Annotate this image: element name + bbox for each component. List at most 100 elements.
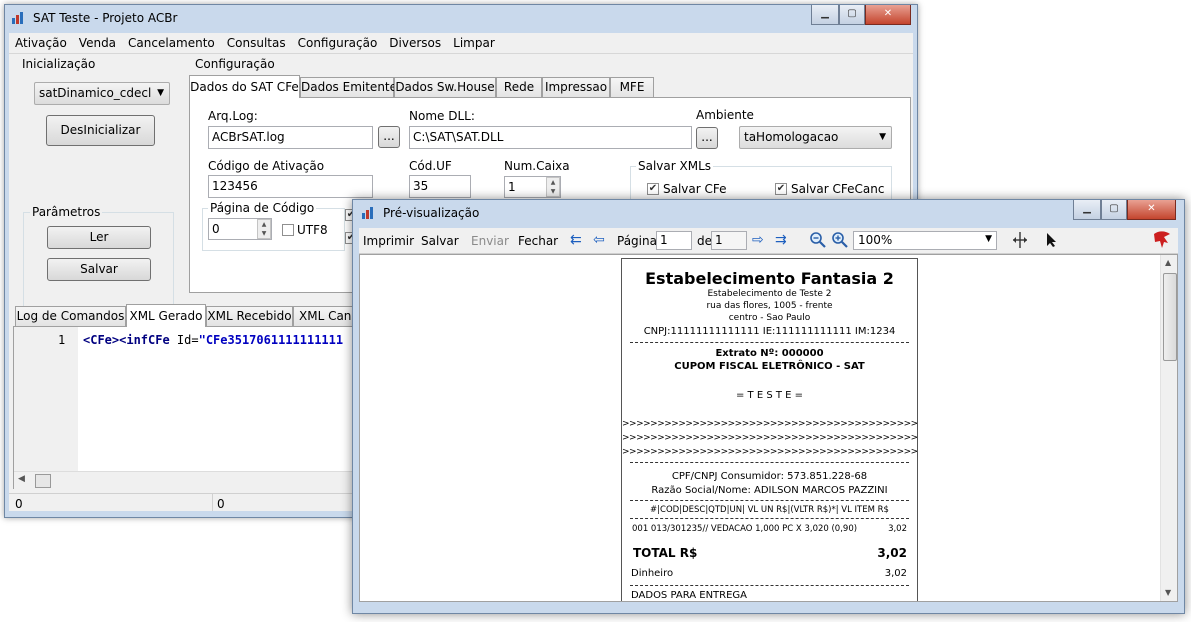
tab-rede[interactable]: Rede	[496, 77, 542, 98]
tab-impressao[interactable]: Impressao	[542, 77, 610, 98]
read-button[interactable]: Ler	[47, 226, 151, 249]
status-divider	[212, 494, 213, 511]
activation-label: Código de Ativação	[208, 159, 325, 173]
log-file-input[interactable]: ACBrSAT.log	[208, 126, 373, 149]
preview-canvas[interactable]: Estabelecimento Fantasia 2 Estabelecimen…	[359, 254, 1178, 602]
tab-xml-gerado[interactable]: XML Gerado	[126, 304, 206, 327]
maximize-button[interactable]: ▢	[839, 5, 865, 25]
close-preview-button[interactable]: Fechar	[518, 233, 558, 249]
status-right: 0	[217, 497, 225, 511]
scroll-thumb[interactable]	[35, 474, 51, 488]
receipt-divider	[630, 342, 909, 343]
tab-mfe[interactable]: MFE	[610, 77, 654, 98]
receipt-item-value: 3,02	[888, 524, 907, 534]
line-gutter	[14, 327, 78, 471]
preview-title-bar[interactable]: Pré-visualização ▁ ▢ ✕	[353, 200, 1184, 226]
env-select-value: taHomologacao	[744, 130, 839, 144]
minimize-button[interactable]: ▁	[811, 5, 839, 25]
receipt-consumer-name: Razão Social/Nome: ADILSON MARCOS PAZZIN…	[651, 485, 888, 496]
close-button[interactable]: ✕	[1127, 200, 1176, 220]
receipt-total-label: TOTAL R$	[633, 546, 698, 560]
code-value: "CFe3517061111111111	[198, 333, 344, 347]
box-label: Num.Caixa	[504, 159, 570, 173]
save-cfe-label: Salvar CFe	[663, 182, 727, 196]
menu-configuracao[interactable]: Configuração	[292, 33, 384, 53]
receipt-address-1: rua das flores, 1005 - frente	[706, 301, 833, 311]
tab-dados-sat-cfe[interactable]: Dados do SAT CFe	[189, 75, 300, 98]
maximize-button[interactable]: ▢	[1101, 200, 1127, 220]
cursor-icon[interactable]	[1045, 232, 1059, 248]
last-page-icon[interactable]: ⇉	[775, 232, 787, 248]
model-select[interactable]: satDinamico_cdecl ▼	[34, 82, 170, 105]
menu-diversos[interactable]: Diversos	[383, 33, 447, 53]
menu-ativacao[interactable]: Ativação	[9, 33, 73, 53]
line-number: 1	[58, 333, 66, 347]
menu-consultas[interactable]: Consultas	[221, 33, 292, 53]
receipt-arrows-row: >>>>>>>>>>>>>>>>>>>>>>>>>>>>>>>>>>>>>>>>…	[622, 447, 918, 457]
menu-bar: Ativação Venda Cancelamento Consultas Config…	[9, 33, 913, 54]
page-number-input[interactable]: 1	[656, 231, 692, 250]
codepage-spinner[interactable]: ▲ ▼	[257, 219, 271, 239]
receipt-ids: CNPJ:11111111111111 IE:111111111111 IM:1…	[643, 326, 896, 337]
receipt-divider	[630, 500, 909, 501]
scroll-down-icon[interactable]: ▼	[1165, 588, 1171, 597]
xml-editor[interactable]: 1 <CFe><infCFe Id="CFe3517061111111111 ◀	[13, 326, 363, 489]
save-cfe-canc-checkbox[interactable]: ✔	[775, 183, 787, 195]
box-number-spinner[interactable]: ▲ ▼	[546, 177, 560, 197]
env-label: Ambiente	[696, 108, 754, 122]
log-browse-button[interactable]: ...	[378, 126, 400, 148]
first-page-icon[interactable]: ⇇	[570, 232, 582, 248]
app-icon	[361, 206, 375, 220]
dll-browse-button[interactable]: ...	[696, 127, 718, 149]
receipt-arrows-row: >>>>>>>>>>>>>>>>>>>>>>>>>>>>>>>>>>>>>>>>…	[622, 433, 918, 443]
dll-input[interactable]: C:\SAT\SAT.DLL	[409, 126, 692, 149]
horizontal-scrollbar[interactable]: ◀	[14, 471, 362, 489]
menu-cancelamento[interactable]: Cancelamento	[122, 33, 221, 53]
env-select[interactable]: taHomologacao ▼	[739, 126, 892, 149]
save-cfe-checkbox[interactable]: ✔	[647, 183, 659, 195]
scroll-up-icon[interactable]: ▲	[1165, 258, 1171, 267]
code-line: <CFe><infCFe Id="CFe3517061111111111	[83, 333, 343, 347]
previous-page-icon[interactable]: ⇦	[593, 232, 605, 248]
scroll-thumb[interactable]	[1163, 273, 1177, 361]
minimize-button[interactable]: ▁	[1073, 200, 1101, 220]
save-params-button[interactable]: Salvar	[47, 258, 151, 281]
dll-label: Nome DLL:	[409, 109, 475, 123]
zoom-in-icon[interactable]	[831, 231, 849, 249]
utf8-label: UTF8	[297, 223, 328, 237]
activation-input[interactable]: 123456	[208, 175, 373, 198]
page-width-icon[interactable]	[1011, 231, 1029, 249]
zoom-value: 100%	[858, 233, 893, 247]
print-button[interactable]: Imprimir	[363, 233, 414, 249]
tab-dados-emitente[interactable]: Dados Emitente	[300, 77, 397, 98]
app-icon	[11, 11, 25, 25]
xml-save-group-label: Salvar XMLs	[636, 159, 714, 173]
model-select-value: satDinamico_cdecl	[39, 86, 152, 100]
total-pages-field: 1	[711, 231, 747, 250]
tab-dados-sw-house[interactable]: Dados Sw.House	[394, 77, 496, 98]
menu-venda[interactable]: Venda	[73, 33, 122, 53]
status-left: 0	[15, 497, 23, 511]
close-button[interactable]: ✕	[865, 5, 911, 25]
receipt-item-line: 001 013/301235// VEDACAO 1,000 PC X 3,02…	[632, 524, 858, 534]
receipt-divider	[630, 518, 909, 519]
scroll-left-icon[interactable]: ◀	[18, 474, 25, 484]
receipt-total-value: 3,02	[877, 546, 907, 560]
zoom-select[interactable]: 100% ▼	[853, 231, 997, 250]
preview-window: Pré-visualização ▁ ▢ ✕ Imprimir Salvar E…	[352, 199, 1185, 614]
vertical-scrollbar[interactable]: ▲ ▼	[1160, 255, 1177, 601]
deinit-button[interactable]: DesInicializar	[46, 115, 155, 146]
uf-input[interactable]: 35	[409, 175, 471, 198]
title-bar[interactable]: SAT Teste - Projeto ACBr ▁ ▢ ✕	[5, 5, 917, 31]
send-button[interactable]: Enviar	[471, 233, 509, 249]
save-button[interactable]: Salvar	[421, 233, 459, 249]
tab-xml-recebido[interactable]: XML Recebido	[206, 306, 293, 326]
menu-limpar[interactable]: Limpar	[447, 33, 501, 53]
next-page-icon[interactable]: ⇨	[752, 232, 764, 248]
page-label: Página	[617, 234, 657, 248]
zoom-out-icon[interactable]	[809, 231, 827, 249]
chevron-down-icon: ▼	[985, 234, 992, 244]
utf8-checkbox[interactable]	[282, 224, 294, 236]
chevron-down-icon: ▼	[879, 132, 886, 142]
tab-log-comandos[interactable]: Log de Comandos	[15, 306, 126, 326]
